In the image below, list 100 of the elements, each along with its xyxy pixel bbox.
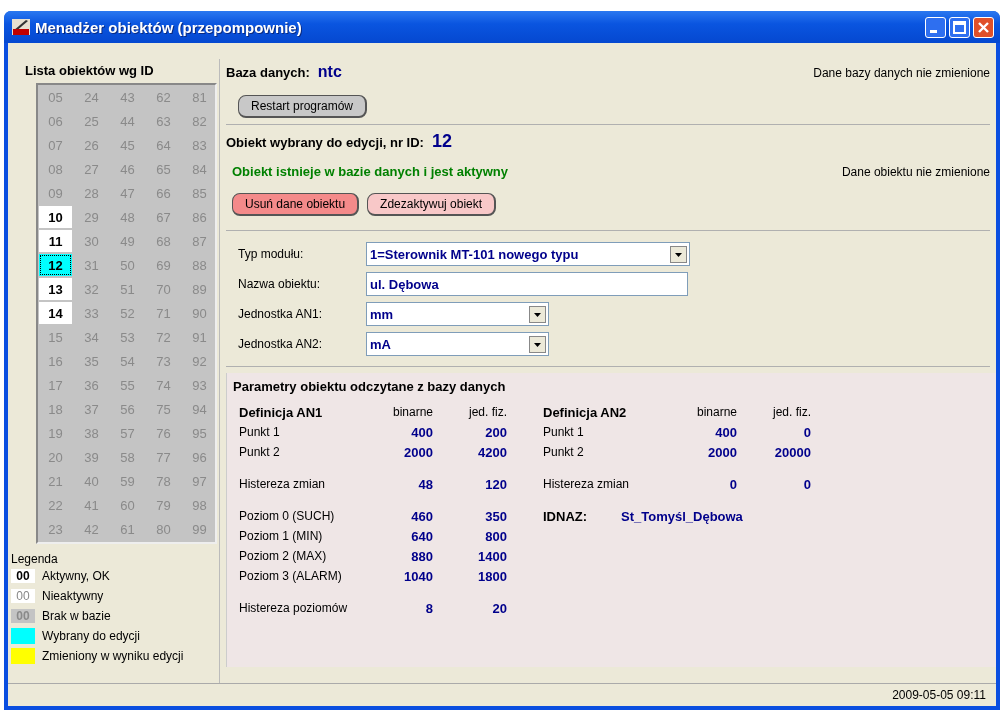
object-id-cell[interactable]: 71 [147, 302, 180, 324]
object-id-cell[interactable]: 54 [111, 350, 144, 372]
object-id-cell[interactable]: 43 [111, 86, 144, 108]
object-id-cell[interactable]: 68 [147, 230, 180, 252]
object-id-cell[interactable]: 33 [75, 302, 108, 324]
object-id-cell[interactable]: 44 [111, 110, 144, 132]
object-id-cell[interactable]: 48 [111, 206, 144, 228]
object-id-cell[interactable]: 78 [147, 470, 180, 492]
object-id-cell[interactable]: 56 [111, 398, 144, 420]
object-id-cell[interactable]: 63 [147, 110, 180, 132]
object-id-cell[interactable]: 82 [183, 110, 216, 132]
object-id-cell[interactable]: 80 [147, 518, 180, 540]
object-id-cell[interactable]: 92 [183, 350, 216, 372]
object-id-cell[interactable]: 05 [39, 86, 72, 108]
object-id-cell[interactable]: 76 [147, 422, 180, 444]
object-id-cell[interactable]: 51 [111, 278, 144, 300]
object-id-cell[interactable]: 90 [183, 302, 216, 324]
object-id-cell[interactable]: 50 [111, 254, 144, 276]
object-id-cell[interactable]: 69 [147, 254, 180, 276]
object-id-cell[interactable]: 88 [183, 254, 216, 276]
object-id-cell[interactable]: 81 [183, 86, 216, 108]
object-id-cell[interactable]: 47 [111, 182, 144, 204]
object-id-cell[interactable]: 59 [111, 470, 144, 492]
object-id-cell[interactable]: 98 [183, 494, 216, 516]
dropdown-field[interactable]: 1=Sterownik MT-101 nowego typu [366, 242, 690, 266]
object-id-cell[interactable]: 73 [147, 350, 180, 372]
object-id-cell[interactable]: 53 [111, 326, 144, 348]
object-id-cell[interactable]: 28 [75, 182, 108, 204]
object-id-cell[interactable]: 45 [111, 134, 144, 156]
object-action-button[interactable]: Usuń dane obiektu [232, 193, 360, 216]
object-id-cell[interactable]: 08 [39, 158, 72, 180]
object-id-cell[interactable]: 94 [183, 398, 216, 420]
object-id-cell[interactable]: 07 [39, 134, 72, 156]
object-id-cell[interactable]: 58 [111, 446, 144, 468]
object-id-cell[interactable]: 40 [75, 470, 108, 492]
object-id-cell[interactable]: 27 [75, 158, 108, 180]
object-id-cell[interactable]: 61 [111, 518, 144, 540]
object-id-cell[interactable]: 74 [147, 374, 180, 396]
object-id-cell[interactable]: 87 [183, 230, 216, 252]
object-action-button[interactable]: Zdezaktywuj obiekt [367, 193, 497, 216]
close-button[interactable] [973, 16, 994, 38]
object-id-cell[interactable]: 23 [39, 518, 72, 540]
object-id-cell[interactable]: 46 [111, 158, 144, 180]
object-id-cell[interactable]: 57 [111, 422, 144, 444]
object-id-cell[interactable]: 16 [39, 350, 72, 372]
object-id-cell[interactable]: 30 [75, 230, 108, 252]
object-id-cell[interactable]: 19 [39, 422, 72, 444]
maximize-button[interactable] [949, 16, 970, 38]
object-id-cell[interactable]: 38 [75, 422, 108, 444]
object-id-cell[interactable]: 49 [111, 230, 144, 252]
object-id-cell[interactable]: 34 [75, 326, 108, 348]
object-id-cell[interactable]: 65 [147, 158, 180, 180]
object-id-cell[interactable]: 64 [147, 134, 180, 156]
object-id-cell[interactable]: 14 [39, 302, 72, 324]
object-id-cell[interactable]: 20 [39, 446, 72, 468]
object-id-cell[interactable]: 83 [183, 134, 216, 156]
object-id-cell[interactable]: 31 [75, 254, 108, 276]
dropdown-field[interactable]: mm [366, 302, 549, 326]
object-id-cell[interactable]: 60 [111, 494, 144, 516]
object-id-cell[interactable]: 11 [39, 230, 72, 252]
object-id-cell[interactable]: 62 [147, 86, 180, 108]
object-id-cell[interactable]: 09 [39, 182, 72, 204]
object-id-cell[interactable]: 29 [75, 206, 108, 228]
object-id-cell[interactable]: 96 [183, 446, 216, 468]
object-id-cell[interactable]: 79 [147, 494, 180, 516]
object-id-cell[interactable]: 25 [75, 110, 108, 132]
object-id-cell[interactable]: 84 [183, 158, 216, 180]
object-id-cell[interactable]: 89 [183, 278, 216, 300]
object-id-cell[interactable]: 13 [39, 278, 72, 300]
object-id-cell[interactable]: 21 [39, 470, 72, 492]
object-id-cell[interactable]: 77 [147, 446, 180, 468]
object-id-cell[interactable]: 75 [147, 398, 180, 420]
object-id-cell[interactable]: 36 [75, 374, 108, 396]
object-id-cell[interactable]: 18 [39, 398, 72, 420]
object-id-cell[interactable]: 06 [39, 110, 72, 132]
object-id-cell[interactable]: 22 [39, 494, 72, 516]
object-id-cell[interactable]: 52 [111, 302, 144, 324]
object-id-cell[interactable]: 66 [147, 182, 180, 204]
object-id-cell[interactable]: 97 [183, 470, 216, 492]
object-id-cell[interactable]: 67 [147, 206, 180, 228]
object-id-cell[interactable]: 10 [39, 206, 72, 228]
object-id-cell[interactable]: 55 [111, 374, 144, 396]
object-id-cell[interactable]: 41 [75, 494, 108, 516]
object-id-cell[interactable]: 17 [39, 374, 72, 396]
object-id-cell[interactable]: 39 [75, 446, 108, 468]
object-id-cell[interactable]: 93 [183, 374, 216, 396]
restart-button[interactable]: Restart programów [238, 95, 368, 118]
object-id-cell[interactable]: 86 [183, 206, 216, 228]
object-id-cell[interactable]: 95 [183, 422, 216, 444]
object-id-cell[interactable]: 26 [75, 134, 108, 156]
object-id-cell[interactable]: 35 [75, 350, 108, 372]
object-id-cell[interactable]: 42 [75, 518, 108, 540]
object-id-cell[interactable]: 12 [39, 254, 72, 276]
text-field[interactable]: ul. Dębowa [366, 272, 688, 296]
object-id-cell[interactable]: 85 [183, 182, 216, 204]
object-id-cell[interactable]: 72 [147, 326, 180, 348]
object-id-cell[interactable]: 99 [183, 518, 216, 540]
object-id-cell[interactable]: 32 [75, 278, 108, 300]
object-id-cell[interactable]: 24 [75, 86, 108, 108]
object-id-cell[interactable]: 91 [183, 326, 216, 348]
